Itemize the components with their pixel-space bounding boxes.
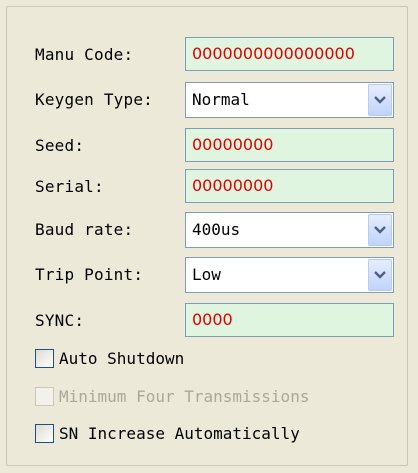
seed-field[interactable]: 00000000 <box>185 128 394 162</box>
sync-row: SYNC: 0000 <box>35 303 394 339</box>
manu-code-row: Manu Code: 0000000000000000 <box>35 37 394 73</box>
auto-shutdown-label[interactable]: Auto Shutdown <box>59 346 184 372</box>
manu-code-label: Manu Code: <box>35 45 134 64</box>
keygen-type-row: Keygen Type: Normal <box>35 82 394 118</box>
baud-rate-select[interactable]: 400us <box>185 212 394 248</box>
keygen-type-label: Keygen Type: <box>35 90 153 109</box>
baud-rate-value: 400us <box>192 220 241 239</box>
sn-increase-option[interactable]: SN Increase Automatically <box>35 421 395 447</box>
sync-label: SYNC: <box>35 311 85 330</box>
keygen-type-select[interactable]: Normal <box>185 82 394 118</box>
auto-shutdown-option[interactable]: Auto Shutdown <box>35 346 395 372</box>
keygen-type-dropdown-button[interactable] <box>368 84 392 116</box>
trip-point-row: Trip Point: Low <box>35 257 394 293</box>
sync-field[interactable]: 0000 <box>185 303 394 337</box>
trip-point-select[interactable]: Low <box>185 257 394 293</box>
serial-field[interactable]: 00000000 <box>185 169 394 203</box>
manu-code-field[interactable]: 0000000000000000 <box>185 37 394 71</box>
baud-rate-label: Baud rate: <box>35 220 134 239</box>
baud-rate-row: Baud rate: 400us <box>35 212 394 248</box>
trip-point-label: Trip Point: <box>35 265 144 284</box>
sn-increase-checkbox[interactable] <box>35 424 54 443</box>
seed-row: Seed: 00000000 <box>35 128 394 164</box>
trip-point-value: Low <box>192 265 221 284</box>
auto-shutdown-checkbox[interactable] <box>35 349 54 368</box>
chevron-down-icon <box>374 96 386 104</box>
chevron-down-icon <box>374 226 386 234</box>
trip-point-dropdown-button[interactable] <box>368 259 392 291</box>
min-four-transmissions-label: Minimum Four Transmissions <box>59 387 310 406</box>
sn-increase-label[interactable]: SN Increase Automatically <box>59 421 300 447</box>
baud-rate-dropdown-button[interactable] <box>368 214 392 246</box>
min-four-transmissions-checkbox <box>35 387 54 406</box>
settings-panel: Manu Code: 0000000000000000 Keygen Type:… <box>6 6 408 466</box>
keygen-type-value: Normal <box>192 90 250 109</box>
chevron-down-icon <box>374 271 386 279</box>
serial-label: Serial: <box>35 177 104 196</box>
seed-label: Seed: <box>35 136 85 155</box>
serial-row: Serial: 00000000 <box>35 169 394 205</box>
min-four-transmissions-option: Minimum Four Transmissions <box>35 384 395 410</box>
